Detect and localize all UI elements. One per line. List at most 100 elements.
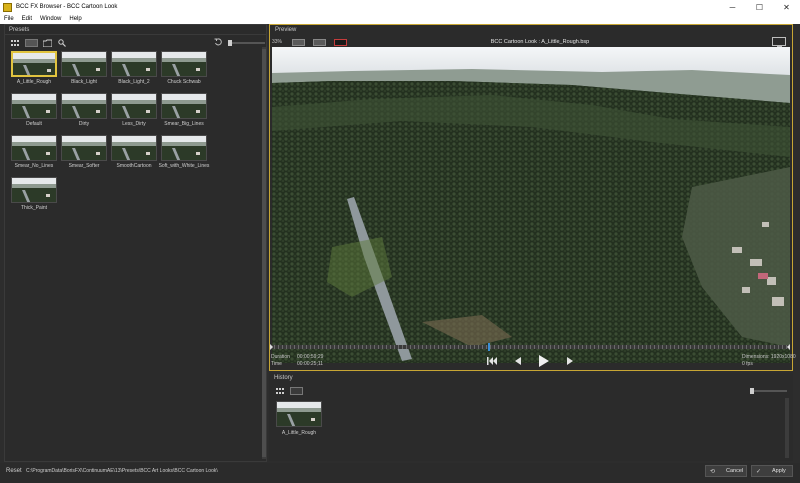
thumbnail-size-slider[interactable] bbox=[228, 40, 265, 46]
playhead[interactable] bbox=[488, 343, 490, 351]
time-label: Time bbox=[271, 361, 282, 367]
grid-view-icon[interactable] bbox=[11, 39, 20, 47]
play-icon[interactable] bbox=[539, 355, 549, 369]
timeline-track[interactable] bbox=[270, 345, 790, 349]
preset-item[interactable]: Chuck Schwab bbox=[161, 51, 207, 89]
preset-thumbnail bbox=[111, 51, 157, 77]
title-bar: BCC FX Browser - BCC Cartoon Look ─ ☐ ✕ bbox=[0, 0, 800, 14]
list-view-button[interactable] bbox=[25, 39, 38, 47]
preset-thumbnail bbox=[161, 135, 207, 161]
grid-view-icon[interactable] bbox=[276, 387, 285, 395]
preset-path: C:\ProgramData\BorisFX\ContinuumAE\13\Pr… bbox=[26, 468, 218, 474]
cancel-icon: ⟲ bbox=[710, 468, 716, 475]
menu-edit[interactable]: Edit bbox=[18, 16, 36, 22]
cancel-label: Cancel bbox=[726, 468, 744, 474]
folder-icon[interactable] bbox=[43, 39, 52, 47]
timeline-scrubber[interactable] bbox=[270, 343, 790, 351]
apply-label: Apply bbox=[772, 468, 786, 474]
view-mode-button-3[interactable] bbox=[334, 39, 347, 46]
history-scrollbar[interactable] bbox=[785, 398, 789, 458]
preset-thumbnail bbox=[11, 93, 57, 119]
duration-value: 00:00:59;29 bbox=[297, 354, 324, 360]
apply-button[interactable]: ✓ Apply bbox=[751, 465, 793, 477]
presets-header: Presets bbox=[5, 25, 266, 35]
skip-to-start-icon[interactable] bbox=[487, 357, 497, 367]
preset-item[interactable]: Smear_Big_Lines bbox=[161, 93, 207, 131]
preset-item[interactable]: Smear_Softer bbox=[61, 135, 107, 173]
menu-help[interactable]: Help bbox=[65, 16, 85, 22]
preset-thumbnail bbox=[111, 135, 157, 161]
previous-frame-icon[interactable] bbox=[515, 357, 521, 367]
preset-label: Thick_Paint bbox=[20, 205, 48, 211]
preset-item[interactable]: Less_Dirty bbox=[111, 93, 157, 131]
preset-item[interactable]: Default bbox=[11, 93, 57, 131]
history-thumbnail bbox=[276, 401, 322, 427]
preset-thumbnail bbox=[11, 51, 57, 77]
menu-bar: File Edit Window Help bbox=[0, 14, 800, 24]
preset-item[interactable]: Thick_Paint bbox=[11, 177, 57, 215]
aerial-landscape-image bbox=[272, 47, 790, 363]
presets-panel: Presets A_Little_Rough Black_Light Black_L… bbox=[4, 24, 267, 462]
preset-thumbnail bbox=[161, 93, 207, 119]
maximize-button[interactable]: ☐ bbox=[746, 0, 773, 14]
reset-icon[interactable] bbox=[214, 38, 222, 46]
dimensions-readout: Dimensions: 1920x1080 bbox=[742, 354, 796, 360]
out-point-marker[interactable] bbox=[787, 344, 790, 350]
close-button[interactable]: ✕ bbox=[773, 0, 800, 14]
preset-thumbnail bbox=[61, 135, 107, 161]
preset-item[interactable]: Black_Light_2 bbox=[111, 51, 157, 89]
slider-knob[interactable] bbox=[228, 40, 232, 46]
preset-item[interactable]: Soft_with_White_Lines bbox=[159, 135, 209, 173]
presets-scrollbar[interactable] bbox=[262, 47, 266, 459]
checkmark-icon: ✓ bbox=[756, 468, 762, 475]
time-value: 00:00:25;11 bbox=[297, 361, 324, 367]
menu-window[interactable]: Window bbox=[36, 16, 65, 22]
window-title: BCC FX Browser - BCC Cartoon Look bbox=[16, 4, 118, 10]
status-bar: Reset C:\ProgramData\BorisFX\ContinuumAE… bbox=[0, 463, 800, 483]
preset-item[interactable]: Black_Light bbox=[61, 51, 107, 89]
history-size-slider[interactable] bbox=[750, 388, 787, 394]
preset-thumbnail bbox=[11, 177, 57, 203]
next-frame-icon[interactable] bbox=[567, 357, 573, 367]
preset-thumbnail bbox=[61, 51, 107, 77]
preview-header: Preview bbox=[275, 27, 297, 33]
presets-toolbar bbox=[11, 38, 265, 48]
preset-item[interactable]: A_Little_Rough bbox=[11, 51, 57, 89]
view-mode-button-2[interactable] bbox=[313, 39, 326, 46]
history-item[interactable]: A_Little_Rough bbox=[276, 401, 322, 439]
duration-label: Duration bbox=[271, 354, 290, 360]
menu-file[interactable]: File bbox=[0, 16, 18, 22]
reset-button[interactable]: Reset bbox=[6, 468, 22, 474]
scrollbar-thumb[interactable] bbox=[262, 49, 266, 457]
view-mode-button-1[interactable] bbox=[292, 39, 305, 46]
zoom-level[interactable]: 33% bbox=[272, 39, 282, 45]
history-header: History bbox=[274, 375, 293, 381]
history-panel: History A_Little_Rough bbox=[269, 373, 793, 461]
in-point-marker[interactable] bbox=[270, 344, 273, 350]
fps-readout: 0 fps bbox=[742, 361, 753, 367]
preset-item[interactable]: Dirty bbox=[61, 93, 107, 131]
app-icon bbox=[3, 2, 12, 12]
clip-title: BCC Cartoon Look : A_Little_Rough.bsp bbox=[490, 39, 590, 45]
cancel-button[interactable]: ⟲ Cancel bbox=[705, 465, 747, 477]
history-toolbar bbox=[276, 387, 308, 395]
preset-label: Soft_with_White_Lines bbox=[158, 163, 210, 169]
preset-thumbnail bbox=[111, 93, 157, 119]
history-item-label: A_Little_Rough bbox=[281, 430, 317, 436]
list-view-button[interactable] bbox=[290, 387, 303, 395]
window-controls: ─ ☐ ✕ bbox=[719, 0, 800, 14]
preset-item[interactable]: Smear_No_Lines bbox=[11, 135, 57, 173]
preset-thumbnail bbox=[11, 135, 57, 161]
preset-thumbnail bbox=[161, 51, 207, 77]
transport-controls bbox=[487, 355, 587, 367]
preset-label: Chuck Schwab bbox=[167, 79, 201, 85]
preset-item[interactable]: SmoothCartoon bbox=[111, 135, 157, 173]
search-icon[interactable] bbox=[57, 39, 66, 47]
preset-thumbnail bbox=[61, 93, 107, 119]
preset-label: Smear_Big_Lines bbox=[164, 121, 204, 127]
preview-panel: Preview 33% BCC Cartoon Look : A_Little_… bbox=[269, 24, 793, 371]
preview-viewport[interactable] bbox=[272, 47, 790, 363]
slider-knob[interactable] bbox=[750, 388, 754, 394]
monitor-icon[interactable] bbox=[772, 37, 786, 48]
minimize-button[interactable]: ─ bbox=[719, 0, 746, 14]
